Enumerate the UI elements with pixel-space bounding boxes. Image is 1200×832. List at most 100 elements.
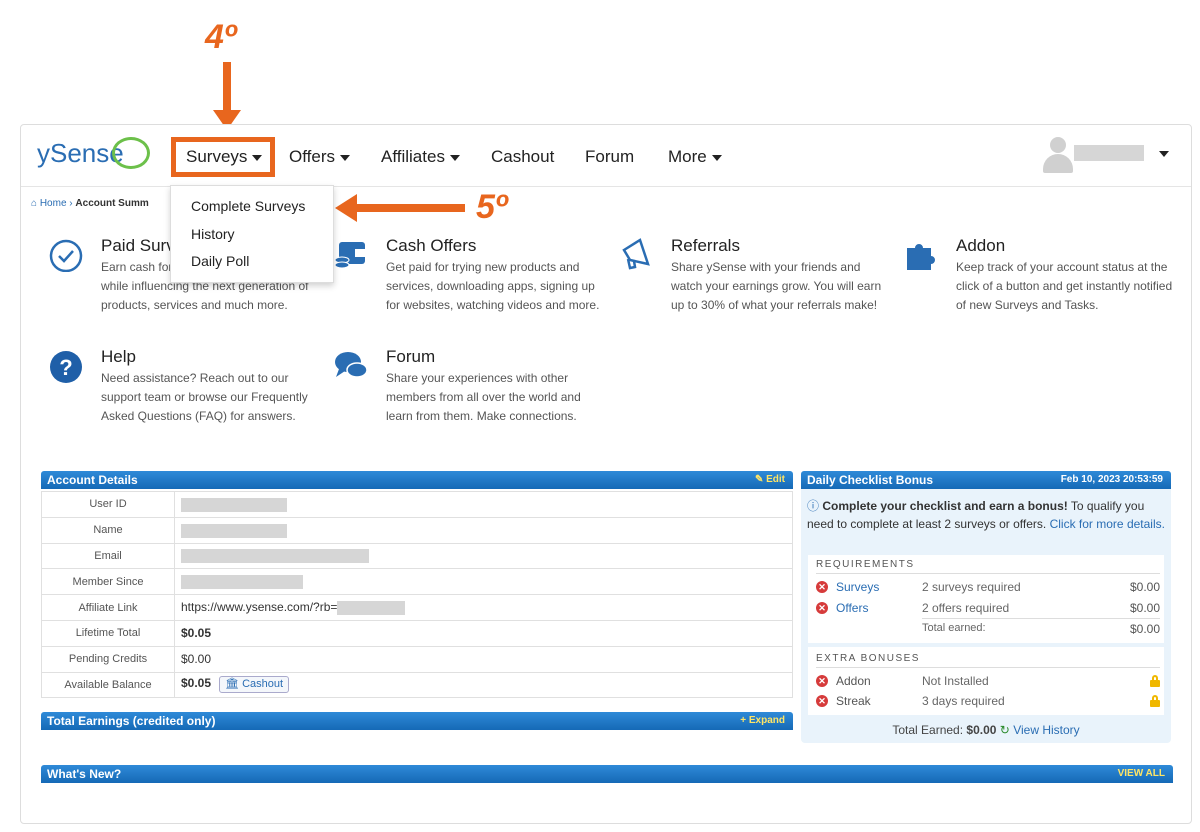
history-icon: ↻: [999, 723, 1010, 737]
table-row: Available Balance $0.05 🏛 Cashout: [41, 671, 793, 699]
account-details-table: User ID Name Email Member Since Affiliat…: [41, 491, 793, 699]
checklist-title: Daily Checklist Bonus: [807, 473, 934, 487]
feature-text: Share ySense with your friends and watch…: [671, 260, 882, 312]
table-row: Affiliate Link https://www.ysense.com/?rb…: [41, 594, 793, 621]
feature-title[interactable]: Forum: [386, 347, 435, 367]
caret-down-icon: [449, 154, 460, 161]
logo-text: ySense: [37, 137, 124, 168]
menu-item-history[interactable]: History: [191, 226, 235, 242]
row-value: [174, 491, 793, 518]
extra-bonuses-box: EXTRA BONUSES ✕ Addon Not Installed ✕ St…: [808, 647, 1164, 715]
feature-title[interactable]: Help: [101, 347, 136, 367]
row-value: $0.05: [174, 619, 793, 647]
pending-credits-value: $0.00: [174, 645, 793, 673]
row-value: $0.05 🏛 Cashout: [174, 671, 793, 699]
page-card: ySense Surveys Offers Affiliates Cashout…: [20, 124, 1192, 824]
x-circle-icon: ✕: [816, 695, 828, 707]
megaphone-icon: [622, 238, 650, 270]
requirement-desc: 2 offers required: [922, 601, 1010, 615]
caret-down-icon: [339, 154, 350, 161]
nav-forum[interactable]: Forum: [585, 147, 634, 167]
requirement-name[interactable]: Surveys: [836, 580, 879, 594]
nav-affiliates-label: Affiliates: [381, 147, 445, 166]
expand-label: Expand: [748, 715, 785, 726]
account-details-header: Account Details ✎ Edit: [41, 471, 793, 489]
user-avatar-icon[interactable]: [1043, 137, 1073, 173]
feature-title[interactable]: Referrals: [671, 236, 740, 256]
surveys-dropdown-menu: Complete Surveys History Daily Poll: [170, 185, 334, 283]
menu-item-complete-surveys[interactable]: Complete Surveys: [191, 198, 305, 214]
puzzle-piece-icon: [907, 244, 935, 270]
table-row: Lifetime Total $0.05: [41, 619, 793, 647]
checkmark-circle-icon: [49, 239, 83, 272]
step-5-label: 5º: [476, 188, 508, 226]
view-all-link[interactable]: VIEW ALL: [1118, 768, 1165, 779]
cashout-button[interactable]: 🏛 Cashout: [219, 676, 290, 694]
view-history-link[interactable]: ↻ View History: [1000, 723, 1080, 737]
daily-checklist-header: Daily Checklist Bonus Feb 10, 2023 20:53…: [801, 471, 1171, 489]
row-label: Name: [41, 516, 175, 544]
breadcrumb-current: Account Summ: [75, 198, 149, 209]
affiliate-link[interactable]: https://www.ysense.com/?rb=: [181, 600, 337, 614]
user-menu-caret-icon[interactable]: [1159, 151, 1169, 157]
daily-checklist-panel: ⓘ Complete your checklist and earn a bon…: [801, 489, 1171, 743]
redacted-value: [181, 523, 287, 538]
bank-icon: 🏛: [225, 678, 239, 691]
svg-text:?: ?: [59, 355, 72, 380]
logo-ring-icon: [111, 137, 150, 169]
nav-more[interactable]: More: [668, 147, 722, 167]
available-balance-value: $0.05: [181, 676, 212, 691]
extra-row-streak: ✕ Streak 3 days required: [816, 693, 1160, 711]
feature-title[interactable]: Cash Offers: [386, 236, 476, 256]
requirements-label: REQUIREMENTS: [816, 559, 915, 570]
table-row: User ID: [41, 491, 793, 518]
edit-button[interactable]: ✎ Edit: [755, 474, 785, 485]
breadcrumb-home[interactable]: Home: [40, 198, 67, 209]
requirement-amount: $0.00: [1129, 580, 1160, 594]
row-value[interactable]: https://www.ysense.com/?rb=: [174, 594, 793, 621]
requirements-box: REQUIREMENTS ✕ Surveys 2 surveys require…: [808, 555, 1164, 643]
x-circle-icon: ✕: [816, 581, 828, 593]
chat-bubbles-icon: [335, 352, 368, 378]
requirement-row-offers: ✕ Offers 2 offers required $0.00: [816, 600, 1160, 618]
breadcrumb: ⌂ Home › Account Summ: [31, 198, 149, 209]
extra-desc: Not Installed: [922, 674, 989, 688]
checklist-datetime: Feb 10, 2023 20:53:59: [1060, 474, 1163, 485]
table-row: Member Since: [41, 568, 793, 596]
nav-affiliates[interactable]: Affiliates: [381, 147, 460, 167]
table-row: Name: [41, 516, 793, 544]
total-earned-label: Total earned:: [922, 622, 986, 634]
whats-new-header: What's New? VIEW ALL: [41, 765, 1173, 783]
home-icon: ⌂: [31, 198, 38, 209]
requirement-amount: $0.00: [1129, 601, 1160, 615]
whats-new-title: What's New?: [47, 767, 122, 781]
row-label: Pending Credits: [41, 645, 175, 673]
x-circle-icon: ✕: [816, 675, 828, 687]
row-label: Lifetime Total: [41, 619, 175, 647]
question-circle-icon: ?: [50, 351, 82, 383]
view-history-label: View History: [1013, 723, 1080, 737]
caret-down-icon: [711, 154, 722, 161]
redacted-value: [181, 549, 369, 564]
requirement-desc: 2 surveys required: [922, 580, 1021, 594]
extra-desc: 3 days required: [922, 694, 1005, 708]
expand-button[interactable]: + Expand: [740, 715, 785, 726]
nav-cashout[interactable]: Cashout: [491, 147, 554, 167]
feature-title[interactable]: Addon: [956, 236, 1005, 256]
extra-name: Addon: [836, 674, 871, 688]
arrow-left-head: [335, 194, 357, 222]
requirements-total-row: Total earned: $0.00: [816, 621, 1160, 639]
checklist-details-link[interactable]: Click for more details.: [1050, 517, 1165, 531]
ysense-logo[interactable]: ySense: [37, 137, 150, 169]
user-name-redacted[interactable]: [1074, 145, 1144, 161]
cashout-button-label: Cashout: [242, 678, 284, 691]
total-earnings-header[interactable]: Total Earnings (credited only) + Expand: [41, 712, 793, 730]
info-icon: ⓘ: [807, 499, 820, 513]
edit-label: Edit: [766, 474, 785, 485]
nav-offers[interactable]: Offers: [289, 147, 350, 167]
checklist-intro-bold: Complete your checklist and earn a bonus…: [822, 499, 1068, 513]
table-row: Email: [41, 542, 793, 570]
menu-item-daily-poll[interactable]: Daily Poll: [191, 253, 249, 269]
feature-text: Keep track of your account status at the…: [956, 260, 1173, 312]
requirement-name[interactable]: Offers: [836, 601, 868, 615]
